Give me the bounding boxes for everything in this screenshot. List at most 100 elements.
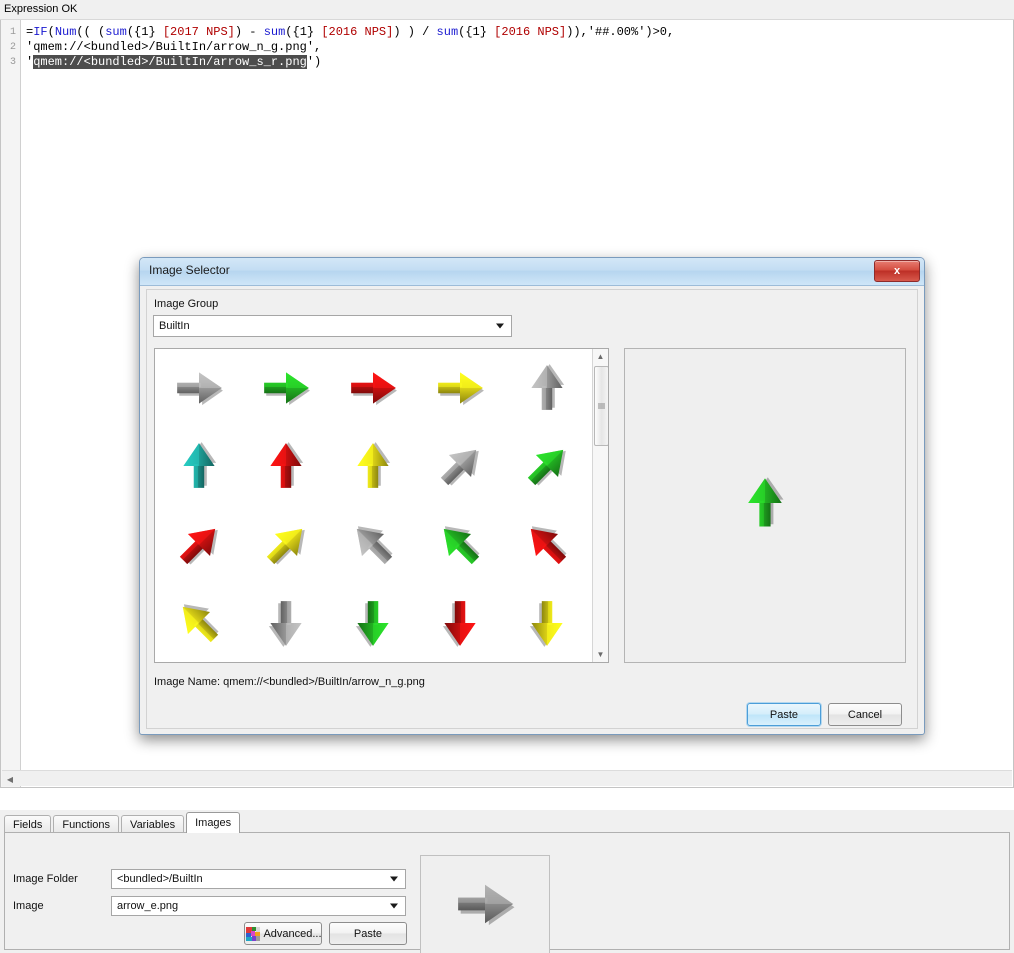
expression-token: ({1} [285,25,322,39]
image-selector-dialog: Image Selector x Image Group BuiltIn ▲ ▼… [139,257,925,735]
dialog-title: Image Selector [149,263,230,277]
expression-token: sum [436,25,459,39]
image-grid-item[interactable] [329,349,416,427]
image-group-select[interactable]: BuiltIn [153,315,512,337]
image-grid-item[interactable] [417,349,504,427]
image-grid-item[interactable] [329,506,416,584]
image-grid-item[interactable] [504,506,591,584]
image-grid-item[interactable] [155,506,242,584]
image-grid-item[interactable] [504,349,591,427]
image-grid-item[interactable] [504,427,591,505]
arrow-n-icon [182,442,216,489]
arrow-ne-icon [441,450,479,486]
cancel-button[interactable]: Cancel [828,703,902,726]
dialog-body: Image Group BuiltIn ▲ ▼ Image Name: qmem… [146,289,918,729]
image-grid-item[interactable] [242,427,329,505]
image-select[interactable]: arrow_e.png [111,896,406,916]
image-grid-item[interactable] [504,584,591,662]
chevron-down-icon [390,876,398,882]
arrow-n-icon [357,442,391,489]
arrow-nw-icon [356,525,393,564]
image-grid-item[interactable] [329,427,416,505]
expression-line: =IF(Num(( (sum({1} [2017 NPS]) - sum({1}… [26,25,1013,40]
expression-token: qmem://<bundled>/BuiltIn/arrow_s_r.png [33,55,307,69]
image-thumbnail-box [420,855,550,953]
image-grid-item[interactable] [417,584,504,662]
image-grid-item[interactable] [417,427,504,505]
expression-token: (( ( [76,25,106,39]
tab-variables[interactable]: Variables [121,815,185,833]
image-grid-item[interactable] [242,584,329,662]
expression-token: ') [306,55,322,69]
image-group-value: BuiltIn [159,320,190,332]
image-folder-select[interactable]: <bundled>/BuiltIn [111,869,406,889]
image-thumbnail [453,872,517,941]
chevron-down-icon [496,323,504,329]
image-grid[interactable] [155,349,591,662]
tab-strip[interactable]: Fields Functions Variables Images [4,812,242,833]
image-grid-item[interactable] [155,427,242,505]
expression-line: 'qmem://<bundled>/BuiltIn/arrow_n_g.png'… [26,40,1013,55]
preview-image [737,475,793,536]
editor-horizontal-scrollbar[interactable]: ◀ [2,770,1012,786]
arrow-nw-icon [444,525,480,564]
arrow-n-icon [531,364,565,410]
arrow-e-icon [263,372,310,406]
expression-token: ({1} [126,25,163,39]
expression-line: 'qmem://<bundled>/BuiltIn/arrow_s_r.png'… [26,55,1013,70]
image-grid-item[interactable] [155,584,242,662]
tab-fields[interactable]: Fields [4,815,52,833]
image-grid-panel[interactable]: ▲ ▼ [154,348,609,663]
scroll-left-icon[interactable]: ◀ [4,773,16,785]
arrow-s-icon [355,601,389,647]
arrow-s-icon [268,601,302,647]
scrollbar-thumb[interactable] [594,366,608,446]
expression-token: ({1} [458,25,495,39]
advanced-button[interactable]: Advanced... [244,922,322,945]
paste-image-button[interactable]: Paste [329,922,407,945]
scroll-down-icon[interactable]: ▼ [593,647,608,662]
arrow-e-icon [438,372,485,406]
arrow-e-icon [458,884,515,925]
image-grid-item[interactable] [329,584,416,662]
expression-token: sum [263,25,286,39]
line-number: 2 [9,42,16,53]
arrow-ne-icon [266,528,305,565]
line-number: 1 [9,27,16,38]
arrow-ne-icon [528,450,567,486]
arrow-nw-icon [531,525,567,564]
scroll-up-icon[interactable]: ▲ [593,349,608,364]
expression-code[interactable]: =IF(Num(( (sum({1} [2017 NPS]) - sum({1}… [26,25,1013,70]
image-grid-item[interactable] [417,506,504,584]
expression-token: ) ) / [393,25,437,39]
image-grid-item[interactable] [242,349,329,427]
expression-token: [2017 NPS] [162,25,235,39]
palette-icon [246,926,261,941]
close-icon[interactable]: x [874,260,920,282]
tab-functions[interactable]: Functions [53,815,120,833]
expression-status-bar: Expression OK [0,0,1014,20]
scrollbar-grip-icon [598,403,605,409]
image-value: arrow_e.png [117,900,179,912]
image-grid-scrollbar[interactable]: ▲ ▼ [592,349,608,662]
paste-button[interactable]: Paste [747,703,821,726]
dialog-titlebar[interactable]: Image Selector x [140,258,924,286]
image-grid-item[interactable] [155,349,242,427]
image-preview-panel [624,348,906,663]
bottom-tab-panel: Fields Functions Variables Images Image Fol… [0,810,1014,953]
image-grid-item[interactable] [242,506,329,584]
arrow-ne-icon [179,528,218,565]
arrow-n-icon [270,442,303,489]
expression-token: [2016 NPS] [321,25,394,39]
chevron-down-icon [390,903,398,909]
expression-token: ) - [234,25,264,39]
expression-token: 'qmem://<bundled>/BuiltIn/arrow_n_g.png'… [26,40,322,54]
advanced-button-label: Advanced... [263,927,322,940]
arrow-s-icon [530,601,563,647]
expression-token: [2016 NPS] [494,25,567,39]
expression-token: ( [47,25,55,39]
expression-token: )),'##.00%')>0, [566,25,675,39]
image-name-label: Image Name: qmem://<bundled>/BuiltIn/arr… [154,676,425,688]
image-group-label: Image Group [154,298,219,310]
tab-images[interactable]: Images [186,812,241,833]
